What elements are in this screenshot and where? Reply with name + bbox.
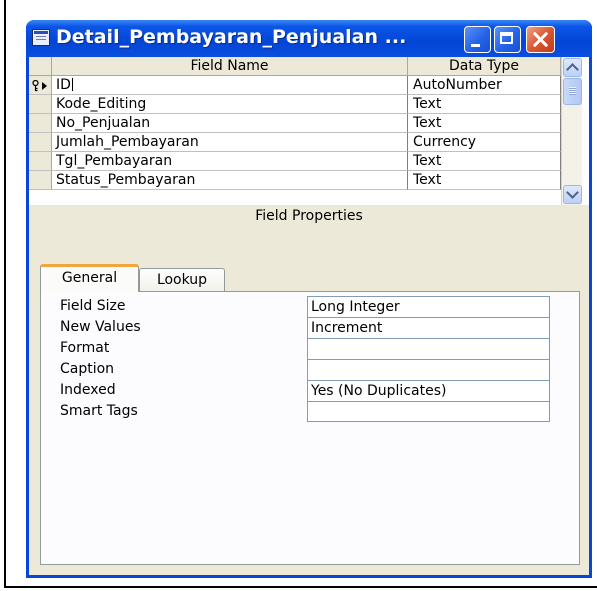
table-design-window: Detail_Pembayaran_Penjualan ... Field Na… (26, 20, 592, 578)
row-selector[interactable] (29, 114, 52, 133)
field-name-cell[interactable]: Kode_Editing (52, 95, 408, 114)
maximize-button[interactable] (494, 26, 521, 53)
table-row[interactable]: ID AutoNumber (29, 76, 561, 95)
window-title: Detail_Pembayaran_Penjualan ... (56, 26, 407, 48)
property-value-caption[interactable] (307, 359, 550, 380)
row-selector[interactable] (29, 133, 52, 152)
property-label-new-values: New Values (60, 319, 141, 335)
field-name-header: Field Name (52, 57, 408, 76)
table-row[interactable]: Status_Pembayaran Text (29, 171, 561, 190)
field-grid: Field Name Data Type ID AutoNumber Kode_… (29, 57, 589, 205)
primary-key-icon (32, 80, 39, 92)
table-row[interactable]: Kode_Editing Text (29, 95, 561, 114)
outer-border-bottom (4, 586, 597, 588)
field-name-cell[interactable]: Tgl_Pembayaran (52, 152, 408, 171)
row-pointer-arrow-icon (42, 82, 47, 90)
data-type-cell[interactable]: Currency (408, 133, 561, 152)
vertical-scrollbar[interactable] (561, 57, 582, 205)
row-selector-header (29, 57, 52, 76)
property-label-indexed: Indexed (60, 382, 116, 398)
scroll-down-button[interactable] (563, 185, 582, 204)
property-label-field-size: Field Size (60, 298, 126, 314)
table-row[interactable]: No_Penjualan Text (29, 114, 561, 133)
data-type-cell[interactable]: Text (408, 114, 561, 133)
scroll-up-button[interactable] (563, 58, 582, 77)
property-value-new-values[interactable]: Increment (307, 317, 550, 338)
field-name-cell[interactable]: Status_Pembayaran (52, 171, 408, 190)
scroll-thumb[interactable] (563, 78, 582, 105)
properties-panel: Field Size Long Integer New Values Incre… (40, 291, 580, 565)
outer-border-left (4, 0, 6, 588)
field-name-text: ID (56, 77, 71, 93)
text-cursor (71, 78, 73, 91)
table-row[interactable]: Tgl_Pembayaran Text (29, 152, 561, 171)
data-type-cell[interactable]: Text (408, 95, 561, 114)
table-design-icon[interactable] (32, 29, 50, 46)
property-label-caption: Caption (60, 361, 115, 377)
tab-lookup[interactable]: Lookup (139, 268, 225, 292)
tab-general[interactable]: General (40, 264, 139, 292)
data-type-cell[interactable]: Text (408, 171, 561, 190)
property-value-format[interactable] (307, 338, 550, 359)
close-button[interactable] (526, 26, 555, 53)
property-label-format: Format (60, 340, 110, 356)
row-selector[interactable] (29, 76, 52, 95)
row-selector[interactable] (29, 95, 52, 114)
property-value-indexed[interactable]: Yes (No Duplicates) (307, 380, 550, 401)
title-bar[interactable]: Detail_Pembayaran_Penjualan ... (26, 20, 592, 57)
field-properties-label: Field Properties (255, 208, 363, 224)
design-view-client: Field Name Data Type ID AutoNumber Kode_… (29, 57, 589, 575)
property-value-smart-tags[interactable] (307, 401, 550, 422)
property-label-smart-tags: Smart Tags (60, 403, 138, 419)
property-value-field-size[interactable]: Long Integer (307, 296, 550, 317)
row-selector[interactable] (29, 171, 52, 190)
data-type-cell[interactable]: Text (408, 152, 561, 171)
table-row[interactable]: Jumlah_Pembayaran Currency (29, 133, 561, 152)
row-selector[interactable] (29, 152, 52, 171)
screenshot-frame: Detail_Pembayaran_Penjualan ... Field Na… (0, 0, 597, 591)
data-type-header: Data Type (408, 57, 561, 76)
field-name-cell[interactable]: ID (52, 76, 408, 95)
data-type-cell[interactable]: AutoNumber (408, 76, 561, 95)
minimize-button[interactable] (464, 26, 491, 53)
field-name-cell[interactable]: No_Penjualan (52, 114, 408, 133)
field-name-cell[interactable]: Jumlah_Pembayaran (52, 133, 408, 152)
